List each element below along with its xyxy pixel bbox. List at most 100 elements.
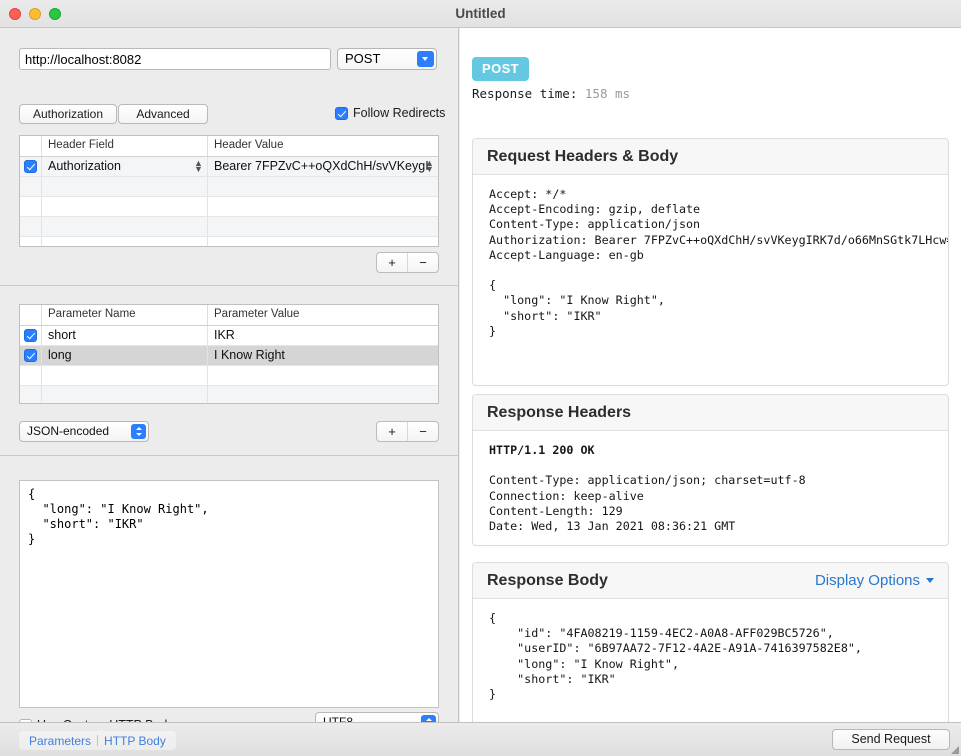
url-input[interactable]: [19, 48, 331, 70]
header-value-column-header: Header Value: [214, 139, 284, 151]
http-method-value: POST: [345, 51, 381, 66]
card-title: Response Body: [487, 571, 608, 589]
empty-cell: [20, 197, 42, 216]
stepper-icon[interactable]: ▲ ▼: [425, 159, 434, 174]
checkbox-icon: [24, 329, 37, 342]
headers-add-remove-control[interactable]: + −: [376, 252, 439, 273]
request-editor-pane: POST Authorization Advanced Follow Redir…: [0, 28, 459, 733]
parameter-name-cell[interactable]: short: [42, 326, 208, 345]
empty-cell: [208, 366, 438, 385]
table-row[interactable]: long I Know Right: [20, 346, 438, 366]
header-field-cell[interactable]: Authorization ▲ ▼: [42, 157, 208, 176]
empty-cell: [42, 237, 208, 246]
table-row-empty[interactable]: [20, 177, 438, 197]
checkbox-icon: [335, 106, 348, 120]
empty-cell: [208, 197, 438, 216]
parameter-encoding-dropdown[interactable]: JSON-encoded: [19, 421, 149, 442]
parameter-value-column-header: Parameter Value: [214, 308, 300, 320]
advanced-button[interactable]: Advanced: [118, 104, 208, 124]
chevron-down-icon: [417, 51, 434, 67]
request-headers-body-card: Request Headers & Body Accept: */* Accep…: [472, 138, 949, 386]
card-title: Request Headers & Body: [487, 147, 679, 165]
header-value-value: Bearer 7FPZvC++oQXdChH/svVKeygI: [214, 159, 429, 173]
status-badge: POST: [472, 57, 529, 81]
section-divider: [0, 455, 459, 456]
app-window: Untitled POST Authorization Advanced Fol…: [0, 0, 961, 756]
empty-cell: [208, 177, 438, 196]
empty-cell: [42, 217, 208, 236]
stepper-icon[interactable]: ▲ ▼: [194, 159, 203, 174]
parameters-table-header-row: Parameter Name Parameter Value: [20, 305, 438, 326]
parameter-row-enabled-checkbox[interactable]: [20, 326, 42, 345]
response-time-value: 158 ms: [584, 86, 631, 101]
table-row-empty[interactable]: [20, 237, 438, 246]
empty-cell: [20, 217, 42, 236]
headers-table[interactable]: Header Field Header Value Authorization …: [19, 135, 439, 247]
authorization-button[interactable]: Authorization: [19, 104, 117, 124]
empty-cell: [42, 197, 208, 216]
checkbox-icon: [24, 349, 37, 362]
section-divider: [0, 285, 459, 286]
request-headers-body-content: Accept: */* Accept-Encoding: gzip, defla…: [489, 187, 948, 338]
resize-grip-icon[interactable]: [948, 743, 960, 755]
response-body-card: Response Body Display Options { "id": "4…: [472, 562, 949, 722]
card-header: Response Headers: [473, 395, 948, 431]
bottom-toolbar: Parameters HTTP Body Send Request: [0, 722, 961, 756]
header-field-column-header: Header Field: [42, 136, 208, 156]
header-field-value: Authorization: [48, 159, 121, 173]
parameter-value-cell[interactable]: IKR: [208, 326, 438, 345]
empty-cell: [42, 177, 208, 196]
chevron-down-icon: [926, 578, 934, 583]
response-body-content: { "id": "4FA08219-1159-4EC2-A0A8-AFF029B…: [489, 611, 862, 702]
empty-cell: [42, 366, 208, 385]
parameter-encoding-value: JSON-encoded: [27, 424, 110, 438]
add-header-button[interactable]: +: [377, 253, 408, 272]
parameter-row-enabled-checkbox[interactable]: [20, 346, 42, 365]
empty-cell: [20, 366, 42, 385]
empty-cell: [208, 237, 438, 246]
tab-parameters[interactable]: Parameters: [23, 732, 97, 750]
table-row[interactable]: short IKR: [20, 326, 438, 346]
parameter-name-column-header: Parameter Name: [42, 305, 208, 325]
card-header: Response Body Display Options: [473, 563, 948, 599]
remove-parameter-button[interactable]: −: [408, 422, 438, 441]
card-header: Request Headers & Body: [473, 139, 948, 175]
updown-chevron-icon: [131, 424, 146, 439]
table-row-empty[interactable]: [20, 217, 438, 237]
parameters-table[interactable]: Parameter Name Parameter Value short IKR…: [19, 304, 439, 404]
title-bar: Untitled: [0, 0, 961, 28]
empty-cell: [20, 237, 42, 246]
response-headers-card: Response Headers HTTP/1.1 200 OK Content…: [472, 394, 949, 546]
response-viewer-pane: POST Response time: 158 ms Request Heade…: [460, 28, 961, 722]
card-title: Response Headers: [487, 403, 632, 421]
empty-cell: [208, 386, 438, 403]
remove-header-button[interactable]: −: [408, 253, 438, 272]
http-body-textarea[interactable]: { "long": "I Know Right", "short": "IKR"…: [19, 480, 439, 708]
display-options-label: Display Options: [814, 572, 920, 589]
response-time: Response time: 158 ms: [472, 86, 630, 101]
response-headers-content: HTTP/1.1 200 OK Content-Type: applicatio…: [473, 431, 948, 545]
header-row-enabled-checkbox[interactable]: [20, 157, 42, 176]
empty-cell: [208, 217, 438, 236]
empty-cell: [20, 177, 42, 196]
response-time-label: Response time:: [472, 86, 578, 101]
table-row-empty[interactable]: [20, 366, 438, 386]
response-headers-list: Content-Type: application/json; charset=…: [489, 473, 806, 534]
empty-cell: [20, 386, 42, 403]
http-method-dropdown[interactable]: POST: [337, 48, 437, 70]
table-row-empty[interactable]: [20, 386, 438, 403]
parameters-add-remove-control[interactable]: + −: [376, 421, 439, 442]
send-request-button[interactable]: Send Request: [832, 729, 950, 750]
parameter-name-cell[interactable]: long: [42, 346, 208, 365]
window-title: Untitled: [455, 6, 506, 21]
parameter-value-cell[interactable]: I Know Right: [208, 346, 438, 365]
follow-redirects-checkbox[interactable]: Follow Redirects: [335, 106, 445, 120]
table-row-empty[interactable]: [20, 197, 438, 217]
header-value-cell[interactable]: Bearer 7FPZvC++oQXdChH/svVKeygI ▲ ▼: [208, 157, 438, 176]
tab-http-body[interactable]: HTTP Body: [98, 732, 172, 750]
empty-cell: [42, 386, 208, 403]
editor-tab-group[interactable]: Parameters HTTP Body: [19, 731, 176, 750]
add-parameter-button[interactable]: +: [377, 422, 408, 441]
table-row[interactable]: Authorization ▲ ▼ Bearer 7FPZvC++oQXdChH/…: [20, 157, 438, 177]
display-options-button[interactable]: Display Options: [815, 572, 934, 589]
